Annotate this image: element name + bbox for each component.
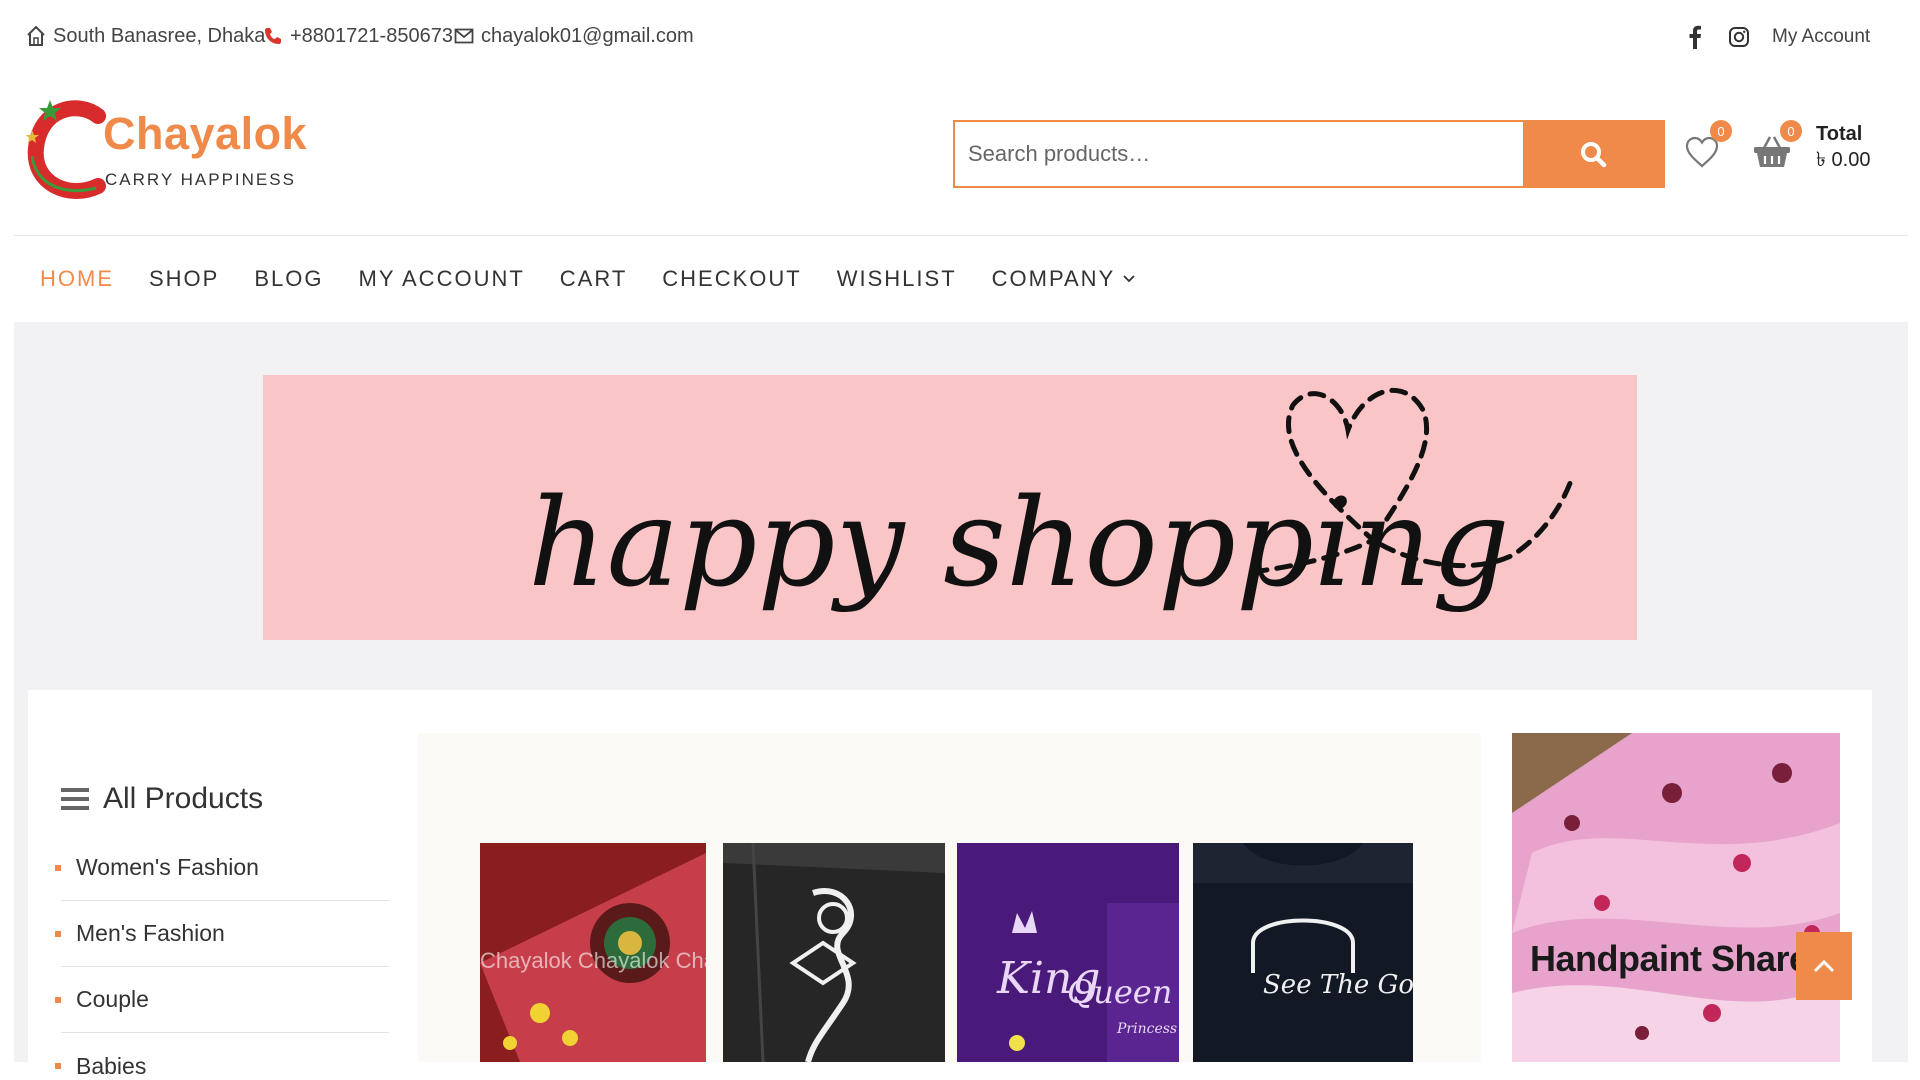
chevron-up-icon <box>1813 959 1835 973</box>
banner-art: happy shopping <box>528 387 1576 614</box>
cart-count-badge: 0 <box>1780 120 1802 142</box>
scroll-to-top-button[interactable] <box>1796 932 1852 1000</box>
instagram-icon <box>1729 27 1749 47</box>
queen-caption: Queen <box>1067 973 1172 1011</box>
phone-icon <box>265 28 281 44</box>
princess-caption: Princess <box>1116 1021 1177 1037</box>
search-bar <box>953 120 1665 188</box>
category-mens-fashion[interactable]: Men's Fashion <box>55 901 389 967</box>
nav-shop[interactable]: Shop <box>149 266 219 292</box>
top-account-link[interactable]: My Account <box>1772 22 1870 52</box>
email-info[interactable]: chayalok01@gmail.com <box>454 24 694 48</box>
nav-checkout[interactable]: Checkout <box>662 266 801 292</box>
product-image-black-kurta[interactable] <box>723 843 945 1062</box>
top-account-label: My Account <box>1772 26 1871 47</box>
nav-blog[interactable]: Blog <box>254 266 323 292</box>
black-kurta-image <box>723 843 945 1062</box>
logo-tagline: CARRY HAPPINESS <box>105 170 296 189</box>
wishlist-count-badge: 0 <box>1710 120 1732 142</box>
main-nav: Home Shop Blog My Account Cart Checkout … <box>40 264 1170 294</box>
home-icon <box>27 25 45 46</box>
search-button[interactable] <box>1523 122 1663 186</box>
site-logo[interactable]: Chayalok CARRY HAPPINESS <box>26 96 308 206</box>
nav-cart[interactable]: Cart <box>560 266 628 292</box>
address-text: South Banasree, Dhaka <box>53 24 266 47</box>
category-label: Couple <box>76 986 149 1012</box>
nav-wishlist[interactable]: Wishlist <box>837 266 957 292</box>
envelope-icon <box>454 28 474 44</box>
category-label: Men's Fashion <box>76 920 225 946</box>
happy-shopping-banner[interactable]: happy shopping <box>263 375 1637 640</box>
all-products-heading[interactable]: All Products <box>61 782 263 816</box>
promo-handpaint-sharee[interactable]: Handpaint Shares <box>1512 733 1840 1062</box>
phone-text: +8801721-850673 <box>290 24 453 47</box>
product-image-black-tshirt[interactable]: See The Good Be The <box>1193 843 1413 1062</box>
instagram-link[interactable] <box>1728 22 1750 52</box>
email-text: chayalok01@gmail.com <box>481 24 694 47</box>
category-label: Women's Fashion <box>76 854 259 880</box>
product-image-king-queen-tshirts[interactable]: King Queen Princess <box>957 843 1179 1062</box>
header-divider <box>14 235 1908 236</box>
logo-name: Chayalok <box>103 108 308 159</box>
phone-info[interactable]: +8801721-850673 <box>263 24 453 48</box>
black-tshirt-image: See The Good Be The <box>1193 843 1413 1062</box>
category-couple[interactable]: Couple <box>55 967 389 1033</box>
top-bar: South Banasree, Dhaka +8801721-850673 ch… <box>0 0 1920 76</box>
nav-my-account[interactable]: My Account <box>359 266 525 292</box>
wishlist-button[interactable]: 0 <box>1680 120 1732 174</box>
address-info: South Banasree, Dhaka <box>26 24 265 48</box>
red-dress-image: Chayalok Chayalok Chayalok <box>480 843 706 1062</box>
promo-title: Handpaint Shares <box>1530 938 1829 979</box>
total-value: ৳ 0.00 <box>1816 149 1871 171</box>
nav-company-label: Company <box>991 266 1116 291</box>
category-list: Women's Fashion Men's Fashion Couple Bab… <box>55 835 389 1080</box>
nav-company[interactable]: Company <box>992 266 1136 292</box>
banner-text: happy shopping <box>528 472 1510 614</box>
king-queen-tshirt-image: King Queen Princess <box>957 843 1179 1062</box>
category-label: Babies <box>76 1052 147 1079</box>
pink-sharee-image <box>1512 733 1840 1062</box>
tshirt-caption: See The Good Be The <box>1263 970 1413 1000</box>
menu-icon <box>61 788 89 810</box>
category-womens-fashion[interactable]: Women's Fashion <box>55 835 389 901</box>
product-image-red-dress[interactable]: Chayalok Chayalok Chayalok <box>480 843 706 1062</box>
total-label: Total <box>1816 123 1863 145</box>
all-products-label: All Products <box>103 782 264 815</box>
facebook-icon <box>1689 25 1701 49</box>
nav-home[interactable]: Home <box>40 266 114 292</box>
product-watermark: Chayalok Chayalok Chayalok <box>480 948 706 973</box>
search-icon <box>1581 142 1607 168</box>
logo-mark-icon <box>26 100 106 199</box>
facebook-link[interactable] <box>1688 22 1702 52</box>
cart-button[interactable]: 0 <box>1750 120 1802 174</box>
search-input[interactable] <box>955 122 1523 186</box>
category-babies[interactable]: Babies <box>55 1033 389 1080</box>
chevron-down-icon <box>1123 275 1135 283</box>
cart-total[interactable]: Total ৳ 0.00 <box>1816 121 1870 173</box>
